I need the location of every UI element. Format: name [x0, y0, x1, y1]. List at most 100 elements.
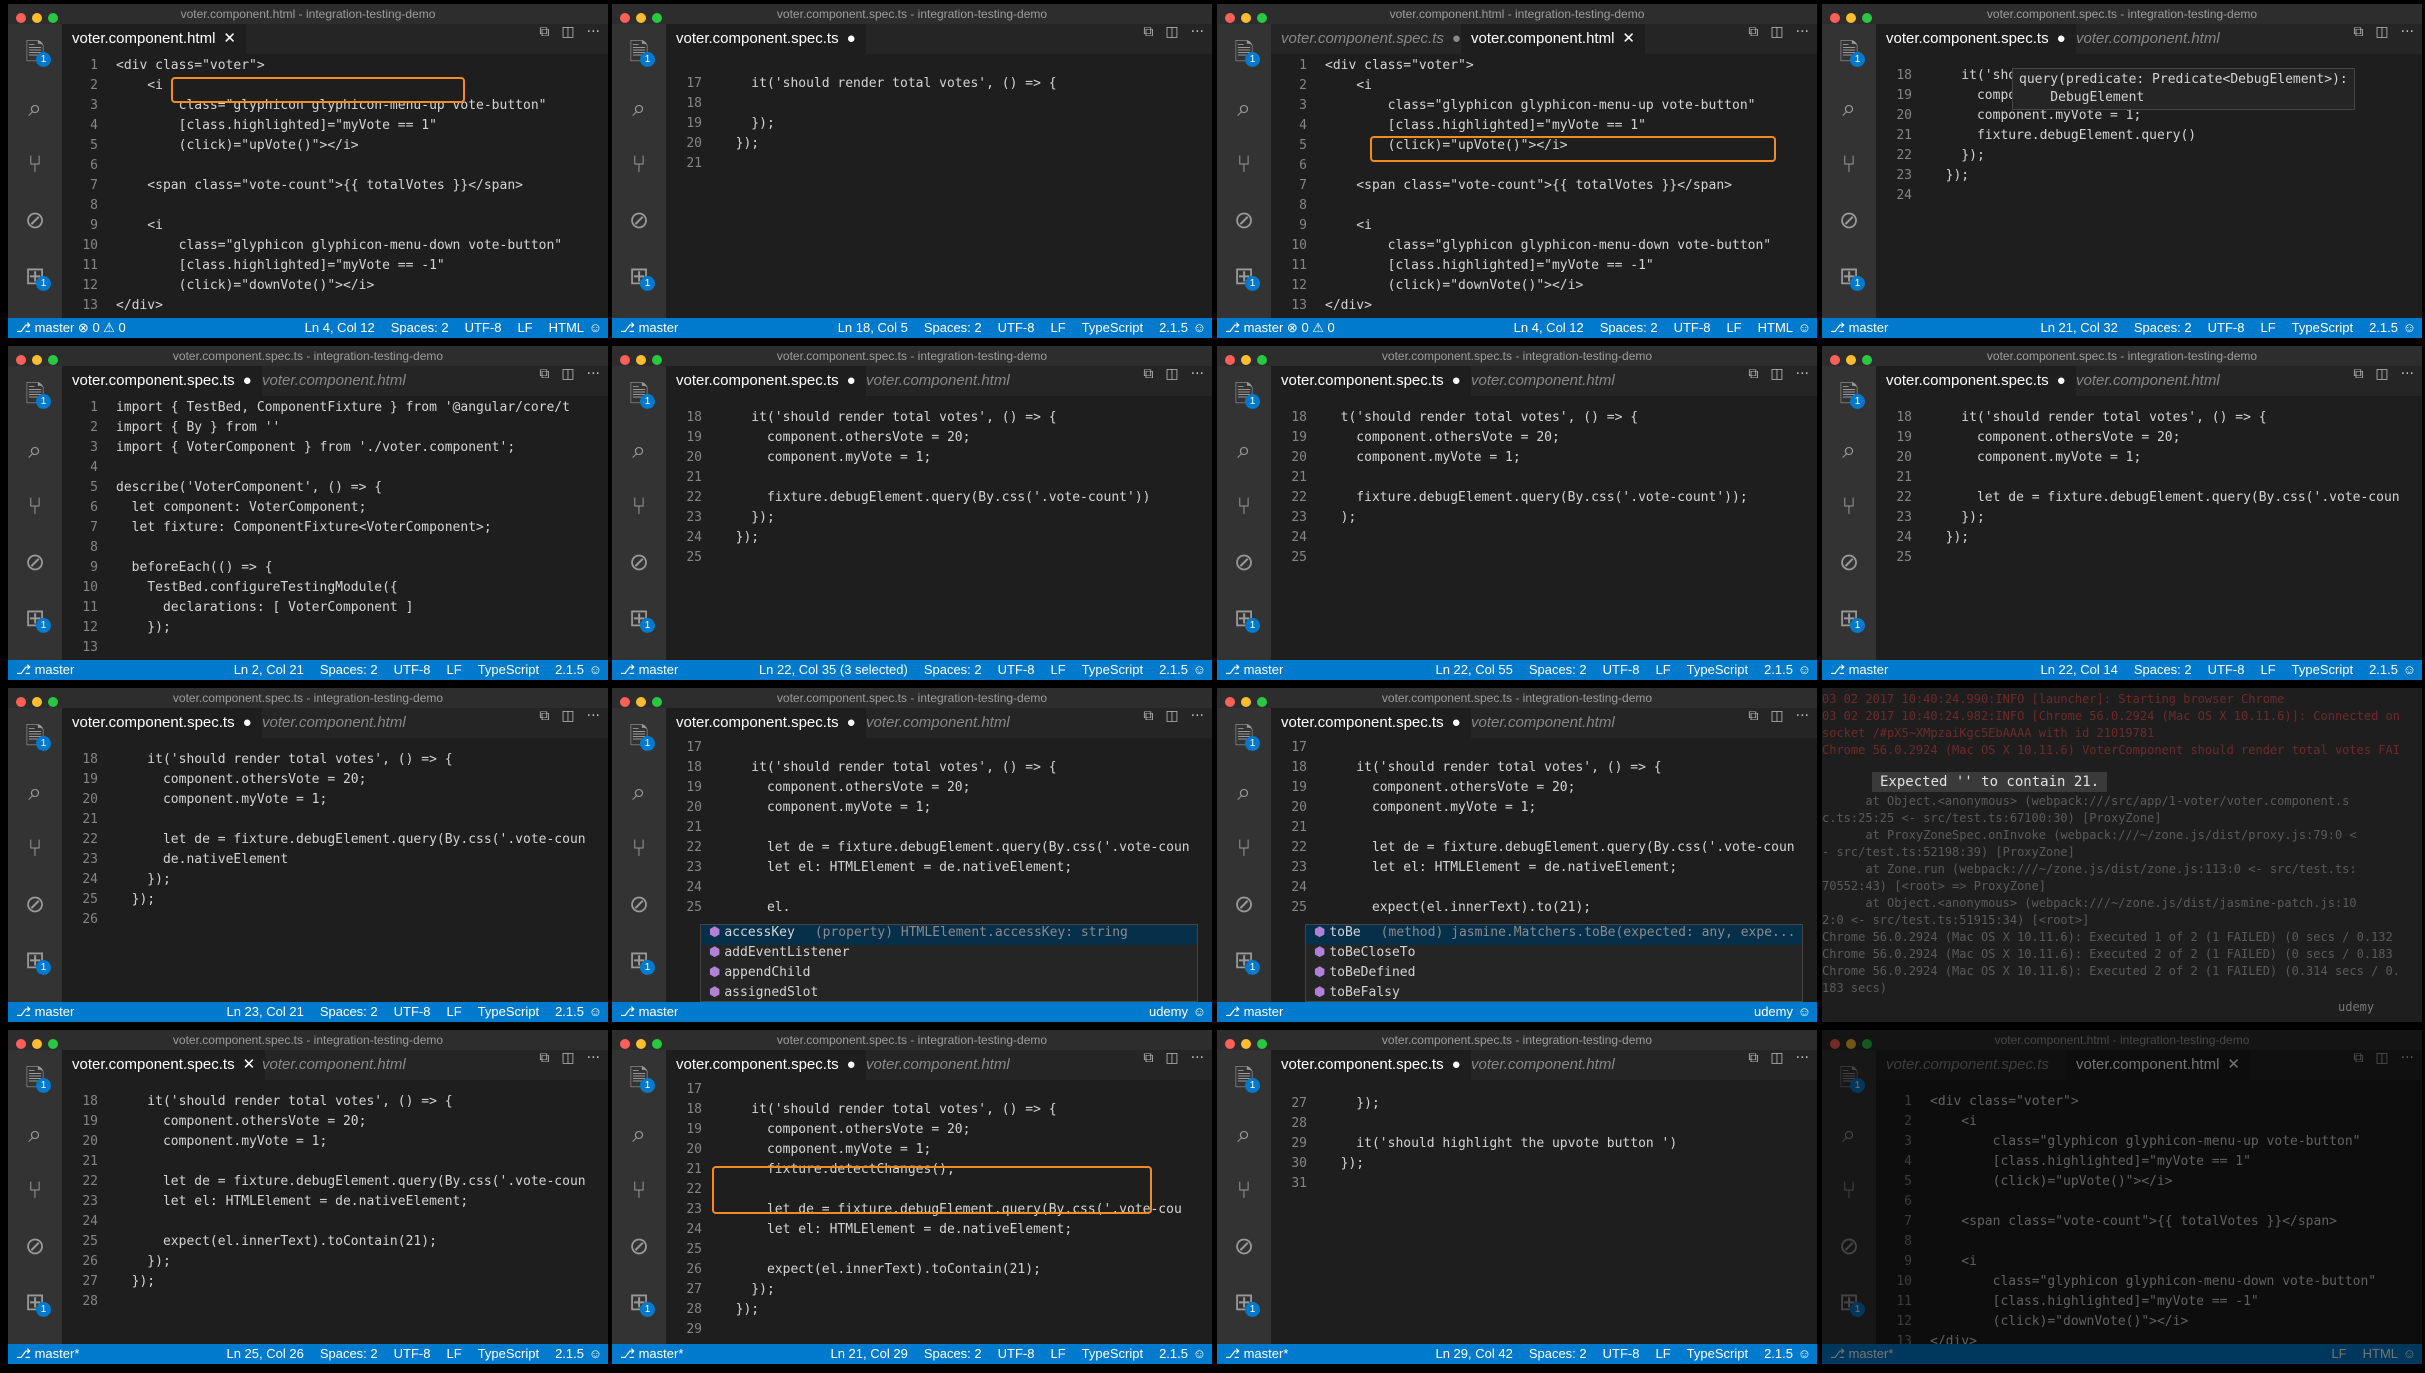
more-icon[interactable]: ···	[2401, 24, 2414, 40]
feedback-icon[interactable]: ☺	[1193, 1344, 1206, 1364]
split-editor-icon[interactable]: ◫	[1165, 708, 1178, 724]
status-branch[interactable]: ⎇ master	[1225, 1002, 1283, 1022]
minimize-dot[interactable]	[32, 13, 42, 23]
split-editor-icon[interactable]: ◫	[561, 1050, 574, 1066]
close-dot[interactable]	[1830, 355, 1840, 365]
explorer-icon[interactable]: 🗎1	[1217, 374, 1271, 414]
suggestion-widget[interactable]: ⬢ accessKey (property) HTMLElement.accessK…	[700, 924, 1198, 1020]
tab[interactable]: voter.component.html	[1461, 1050, 1633, 1080]
search-icon[interactable]: ⌕	[8, 430, 62, 470]
search-icon[interactable]: ⌕	[1822, 88, 1876, 128]
open-changes-icon[interactable]: ⧉	[1748, 708, 1758, 724]
feedback-icon[interactable]: ☺	[2403, 318, 2416, 338]
tab[interactable]: voter.component.spec.ts ●	[1271, 1050, 1471, 1080]
open-changes-icon[interactable]: ⧉	[1748, 24, 1758, 40]
status-branch[interactable]: ⎇ master*	[16, 1344, 79, 1364]
extensions-icon[interactable]: ⊞1	[1217, 598, 1271, 638]
debug-icon[interactable]: ⊘	[8, 884, 62, 924]
open-changes-icon[interactable]: ⧉	[2353, 366, 2363, 382]
split-editor-icon[interactable]: ◫	[1165, 366, 1178, 382]
extensions-icon[interactable]: ⊞1	[1822, 256, 1876, 296]
search-icon[interactable]: ⌕	[1217, 1114, 1271, 1154]
more-icon[interactable]: ···	[587, 1050, 600, 1066]
explorer-icon[interactable]: 🗎1	[8, 374, 62, 414]
tab[interactable]: voter.component.html	[1461, 708, 1633, 738]
unsaved-dot-icon[interactable]: ●	[847, 30, 856, 47]
close-dot[interactable]	[620, 1039, 630, 1049]
status-item[interactable]: TypeScript	[478, 1004, 539, 1019]
debug-icon[interactable]: ⊘	[1217, 1226, 1271, 1266]
status-item[interactable]: LF	[2260, 320, 2275, 335]
source-control-icon[interactable]: ⑂	[612, 486, 666, 526]
suggestion-widget[interactable]: ⬢ toBe (method) jasmine.Matchers.toBe(expe…	[1305, 924, 1803, 1020]
status-item[interactable]: 2.1.5	[555, 662, 584, 677]
minimize-dot[interactable]	[32, 1039, 42, 1049]
minimize-dot[interactable]	[636, 355, 646, 365]
open-changes-icon[interactable]: ⧉	[1143, 708, 1153, 724]
source-control-icon[interactable]: ⑂	[1217, 828, 1271, 868]
tab[interactable]: voter.component.spec.ts ✕	[62, 1050, 266, 1080]
tab[interactable]: voter.component.html	[2066, 366, 2238, 396]
status-item[interactable]: Spaces: 2	[924, 1346, 982, 1361]
feedback-icon[interactable]: ☺	[2403, 660, 2416, 680]
status-item[interactable]: UTF-8	[1674, 320, 1711, 335]
feedback-icon[interactable]: ☺	[1798, 1344, 1811, 1364]
status-item[interactable]: Ln 25, Col 26	[226, 1346, 303, 1361]
tab[interactable]: voter.component.spec.ts ●	[1876, 366, 2076, 396]
tab[interactable]: voter.component.html ✕	[1461, 24, 1645, 54]
split-editor-icon[interactable]: ◫	[1165, 1050, 1178, 1066]
suggestion-item[interactable]: ⬢ addEventListener	[701, 945, 1197, 965]
status-item[interactable]: Ln 2, Col 21	[234, 662, 304, 677]
split-editor-icon[interactable]: ◫	[561, 24, 574, 40]
status-item[interactable]: LF	[1050, 320, 1065, 335]
search-icon[interactable]: ⌕	[1217, 430, 1271, 470]
status-item[interactable]: Ln 4, Col 12	[305, 320, 375, 335]
status-item[interactable]: LF	[2260, 662, 2275, 677]
extensions-icon[interactable]: ⊞1	[612, 256, 666, 296]
debug-icon[interactable]: ⊘	[612, 1226, 666, 1266]
unsaved-dot-icon[interactable]: ●	[1452, 714, 1461, 731]
status-item[interactable]: Ln 22, Col 55	[1435, 662, 1512, 677]
zoom-dot[interactable]	[1257, 697, 1267, 707]
more-icon[interactable]: ···	[1796, 708, 1809, 724]
status-item[interactable]: Ln 23, Col 21	[226, 1004, 303, 1019]
debug-icon[interactable]: ⊘	[612, 884, 666, 924]
minimize-dot[interactable]	[1241, 1039, 1251, 1049]
status-item[interactable]: LF	[446, 662, 461, 677]
status-item[interactable]: UTF-8	[1603, 1346, 1640, 1361]
zoom-dot[interactable]	[1862, 13, 1872, 23]
status-item[interactable]: UTF-8	[465, 320, 502, 335]
source-control-icon[interactable]: ⑂	[1822, 486, 1876, 526]
more-icon[interactable]: ···	[1796, 366, 1809, 382]
more-icon[interactable]: ···	[1796, 24, 1809, 40]
feedback-icon[interactable]: ☺	[589, 660, 602, 680]
code-editor[interactable]: 1<div class="voter">2 <i3 class="glyphic…	[1271, 54, 1809, 318]
source-control-icon[interactable]: ⑂	[612, 144, 666, 184]
search-icon[interactable]: ⌕	[1217, 88, 1271, 128]
extensions-icon[interactable]: ⊞1	[8, 256, 62, 296]
open-changes-icon[interactable]: ⧉	[539, 24, 549, 40]
status-item[interactable]: TypeScript	[1082, 1346, 1143, 1361]
debug-icon[interactable]: ⊘	[1822, 200, 1876, 240]
status-item[interactable]: UTF-8	[998, 662, 1035, 677]
status-branch[interactable]: ⎇ master	[620, 660, 678, 680]
status-branch[interactable]: ⎇ master ⊗ 0 ⚠ 0	[16, 318, 126, 338]
zoom-dot[interactable]	[652, 697, 662, 707]
split-editor-icon[interactable]: ◫	[2375, 366, 2388, 382]
status-item[interactable]: 2.1.5	[1764, 662, 1793, 677]
code-editor[interactable]: 18 it('should render total votes', () =>…	[666, 396, 1204, 660]
extensions-icon[interactable]: ⊞1	[1822, 598, 1876, 638]
status-branch[interactable]: ⎇ master	[620, 1002, 678, 1022]
source-control-icon[interactable]: ⑂	[8, 144, 62, 184]
minimize-dot[interactable]	[1241, 697, 1251, 707]
open-changes-icon[interactable]: ⧉	[539, 366, 549, 382]
status-item[interactable]: Spaces: 2	[320, 1346, 378, 1361]
close-tab-icon[interactable]: ✕	[1622, 30, 1635, 47]
tab[interactable]: voter.component.html	[856, 1050, 1028, 1080]
debug-icon[interactable]: ⊘	[1217, 884, 1271, 924]
status-branch[interactable]: ⎇ master	[1830, 660, 1888, 680]
source-control-icon[interactable]: ⑂	[8, 1170, 62, 1210]
status-item[interactable]: TypeScript	[478, 1346, 539, 1361]
tab[interactable]: voter.component.spec.ts ●	[666, 366, 866, 396]
status-item[interactable]: UTF-8	[998, 320, 1035, 335]
